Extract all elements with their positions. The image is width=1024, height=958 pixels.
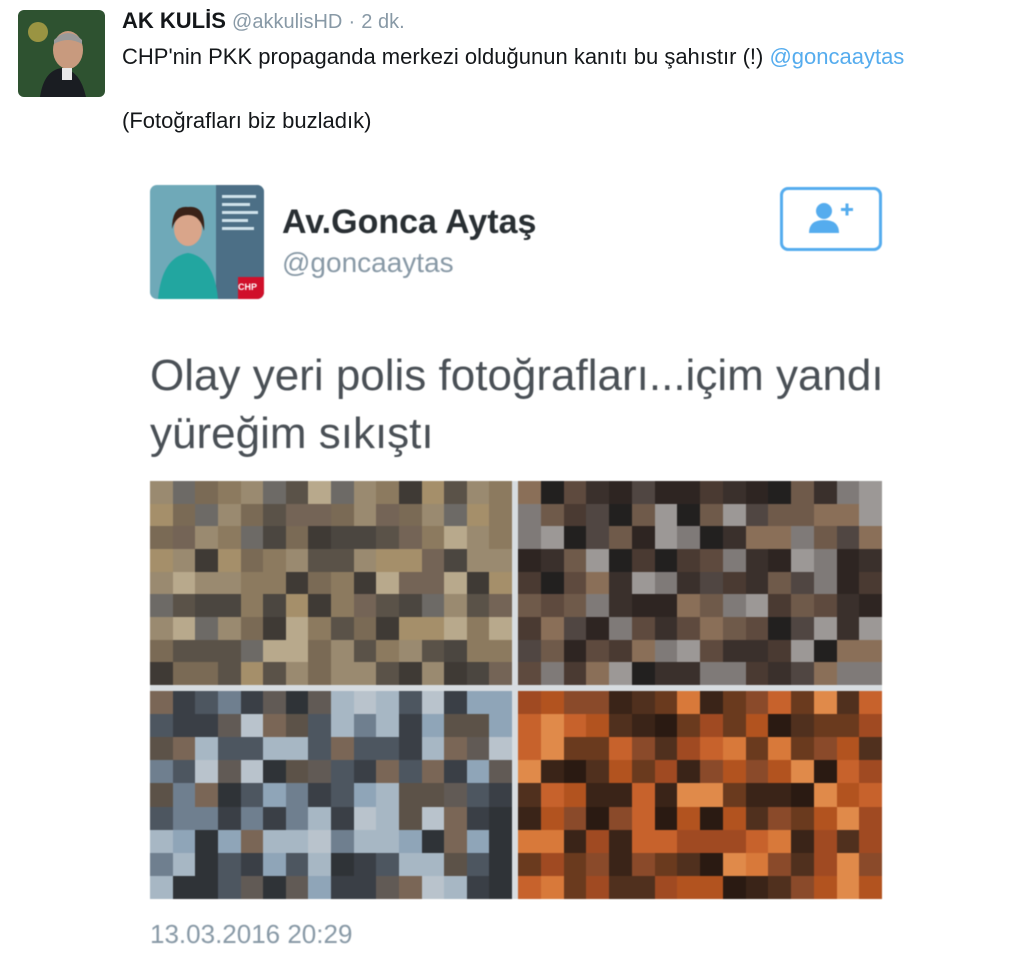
embedded-author-name: Av.Gonca Aytaş [282,203,537,241]
embedded-tweet-image[interactable]: CHP Av.Gonca Aytaş @goncaaytas Olay yeri… [120,155,910,958]
pixelated-photo-1[interactable] [150,481,512,685]
photo-grid [150,481,882,899]
tweet-time[interactable]: 2 dk. [361,11,404,33]
follow-button[interactable] [780,187,882,251]
author-handle[interactable]: @akkulisHD [232,11,342,33]
embedded-author-handle: @goncaaytas [282,247,454,278]
pixelated-photo-2[interactable] [518,481,882,685]
author-avatar[interactable] [18,10,105,97]
tweet-text: CHP'nin PKK propaganda merkezi olduğunun… [122,43,904,71]
mention-link[interactable]: @goncaaytas [769,44,904,69]
author-line: AK KULİS @akkulisHD · 2 dk. [122,8,405,34]
embedded-author-avatar: CHP [150,185,264,299]
pixelated-photo-4[interactable] [518,691,882,899]
separator-dot: · [348,11,356,33]
author-name[interactable]: AK KULİS [122,8,226,33]
tweet-body: CHP'nin PKK propaganda merkezi olduğunun… [122,44,770,69]
pixelated-photo-3[interactable] [150,691,512,899]
embedded-tweet-date: 13.03.2016 20:29 [150,919,353,949]
add-user-icon [809,203,853,233]
tweet-note: (Fotoğrafları biz buzladık) [122,108,372,133]
chp-badge: CHP [238,282,258,292]
embedded-tweet-text: Olay yeri polis fotoğrafları...içim yand… [150,351,884,458]
